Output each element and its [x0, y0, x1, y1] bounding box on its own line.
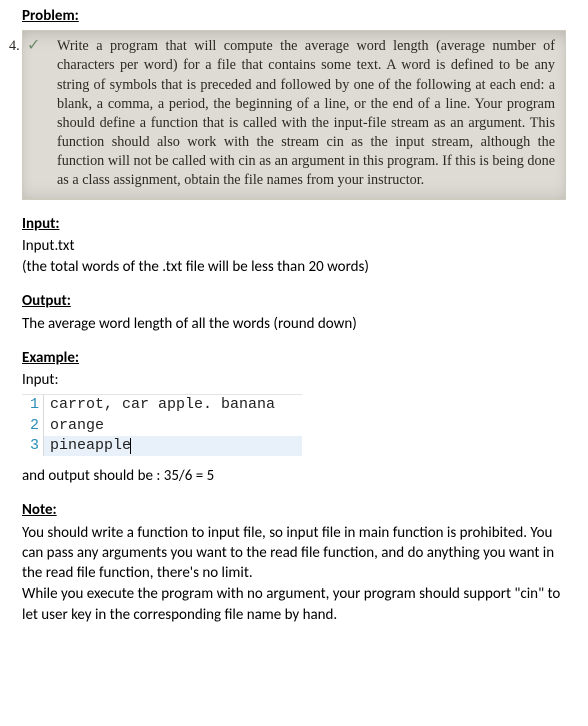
heading-output: Output:: [22, 291, 566, 311]
example-output: and output should be : 35/6 = 5: [22, 466, 566, 486]
check-icon: ✓: [27, 35, 40, 57]
output-desc: The average word length of all the words…: [22, 314, 566, 334]
heading-note: Note:: [22, 500, 566, 520]
heading-input: Input:: [22, 214, 566, 234]
heading-example: Example:: [22, 348, 566, 368]
input-note: (the total words of the .txt file will b…: [22, 257, 566, 277]
code-line: orange: [44, 416, 302, 436]
example-input-label: Input:: [22, 370, 566, 390]
editor-row: 2 orange: [22, 416, 302, 436]
editor-row: 1 carrot, car apple. banana: [22, 395, 302, 415]
heading-problem: Problem:: [22, 6, 566, 26]
line-number: 2: [22, 416, 44, 436]
line-number: 3: [22, 436, 44, 456]
problem-body: Write a program that will compute the av…: [57, 38, 555, 188]
code-editor-snippet: 1 carrot, car apple. banana 2 orange 3 p…: [22, 394, 302, 456]
code-text: pineapple: [50, 437, 131, 454]
problem-text: 4.Write a program that will compute the …: [33, 37, 555, 190]
text-caret-icon: [130, 438, 131, 454]
input-filename: Input.txt: [22, 236, 566, 256]
code-line: carrot, car apple. banana: [44, 395, 302, 415]
problem-statement-box: ✓ 4.Write a program that will compute th…: [22, 30, 566, 199]
note-para-2: While you execute the program with no ar…: [22, 584, 566, 625]
editor-row: 3 pineapple: [22, 436, 302, 456]
code-line: pineapple: [44, 436, 302, 456]
note-para-1: You should write a function to input fil…: [22, 523, 566, 584]
line-number: 1: [22, 395, 44, 415]
